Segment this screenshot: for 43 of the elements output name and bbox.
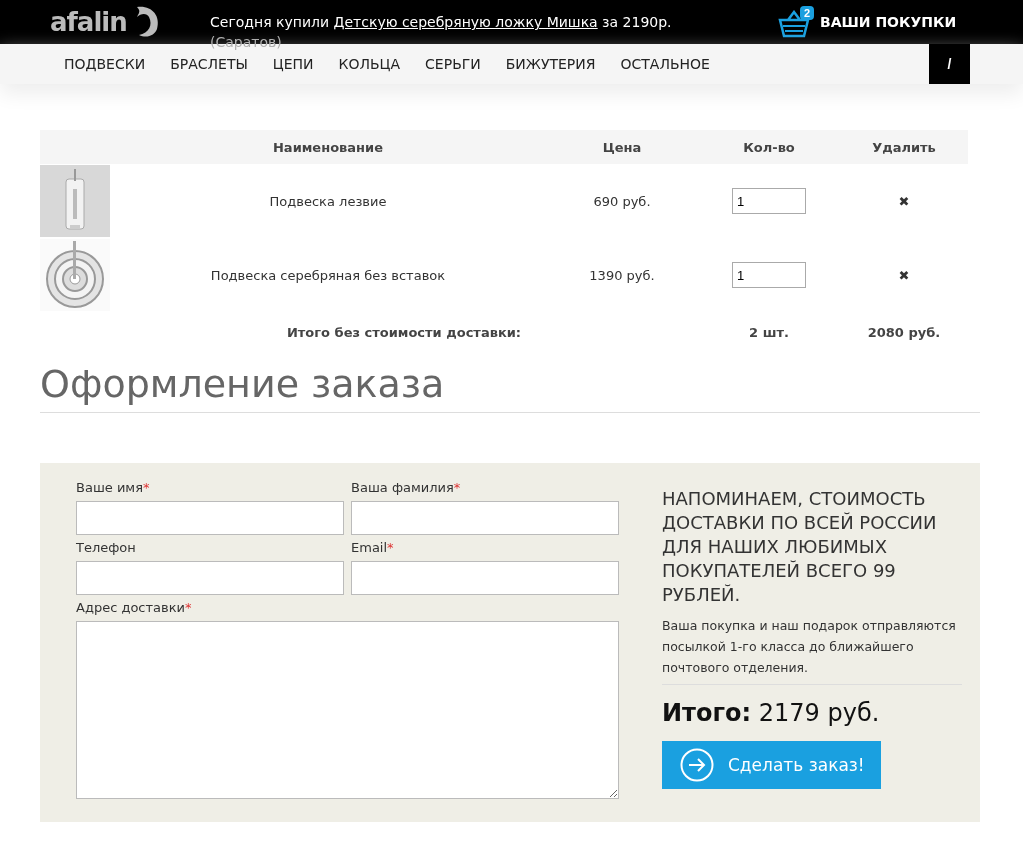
remove-icon[interactable]: ✖ (898, 193, 910, 209)
nav-item[interactable]: ЦЕПИ (272, 56, 314, 72)
product-name: Подвеска серебряная без вставок (110, 238, 546, 312)
logo-text[interactable]: afalin (50, 7, 127, 37)
subtotal-quantity: 2 шт. (748, 323, 790, 342)
product-link[interactable]: Детскую серебряную ложку Мишка (333, 14, 598, 30)
remove-icon[interactable]: ✖ (898, 267, 910, 283)
subtotal-label: Итого без стоимости доставки: (285, 323, 523, 342)
field-label: Ваша фамилия* (351, 479, 462, 497)
cart-link[interactable]: ВАШИ ПОКУПКИ (820, 14, 957, 30)
product-name: Подвеска лезвие (110, 164, 546, 238)
quantity-field[interactable]: 1 (732, 262, 806, 288)
nav-item[interactable]: БИЖУТЕРИЯ (505, 56, 596, 72)
nav-item[interactable]: ПОДВЕСКИ (64, 56, 146, 72)
address-field[interactable] (76, 621, 619, 799)
arrow-circle-icon (680, 748, 714, 782)
basket-icon (778, 10, 810, 40)
field-label: Адрес доставки* (76, 599, 193, 617)
field-label: Телефон (76, 539, 137, 557)
input-field[interactable] (76, 501, 344, 535)
field-label: Ваше имя* (76, 479, 151, 497)
order-total: Итого: 2179 руб. (662, 699, 881, 727)
delivery-notice-text: Ваша покупка и наш подарок отправляются посылкой 1-го класса до ближайшего почтового отделения. (662, 615, 962, 685)
column-header: Удалить (840, 130, 968, 164)
nav-item[interactable]: КОЛЬЦА (338, 56, 401, 72)
nav-item[interactable]: СЕРЬГИ (425, 56, 481, 72)
field-label: Email* (351, 539, 395, 557)
column-header: Наименование (110, 130, 546, 164)
cart-count-badge: 2 (799, 6, 814, 20)
nav-item[interactable]: БРАСЛЕТЫ (170, 56, 248, 72)
page-heading: Оформление заказа (40, 362, 980, 413)
column-header: Кол-во (698, 130, 840, 164)
delivery-notice-heading: НАПОМИНАЕМ, СТОИМОСТЬ ДОСТАВКИ ПО ВСЕЙ РОССИИ ДЛЯ НАШИХ ЛЮБИМЫХ ПОКУПАТЕЛЕЙ ВСЕГО 99 РУБЛЕЙ. (662, 487, 938, 607)
product-price: 690 руб. (546, 164, 698, 238)
quantity-field[interactable]: 1 (732, 188, 806, 214)
input-field[interactable] (76, 561, 344, 595)
product-price: 1390 руб. (588, 266, 656, 285)
input-field[interactable] (351, 501, 619, 535)
input-field[interactable] (351, 561, 619, 595)
subtotal-sum: 2080 руб. (866, 323, 942, 342)
nav-item[interactable]: ОСТАЛЬНОЕ (620, 56, 710, 72)
column-header: Цена (546, 130, 698, 164)
menu-button[interactable]: / (929, 44, 970, 84)
